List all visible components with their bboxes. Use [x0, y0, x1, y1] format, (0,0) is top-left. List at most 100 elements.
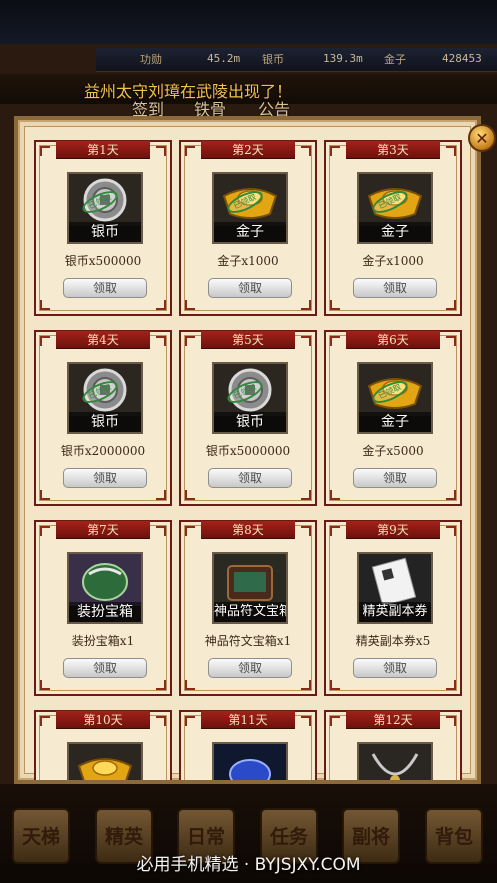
card-corner-ornament	[185, 526, 195, 536]
reward-item-name: 金子	[214, 222, 286, 242]
day-card: 第2天已领取 金子金子x1000 领取	[179, 140, 317, 316]
card-corner-ornament	[40, 146, 50, 156]
card-corner-ornament	[446, 680, 456, 690]
claim-button[interactable]: 领取	[353, 278, 437, 298]
day-card: 第4天已领取 银币银币x2000000 领取	[34, 330, 172, 506]
card-corner-ornament	[330, 716, 340, 726]
card-corner-ornament	[446, 526, 456, 536]
day-label: 第3天	[346, 141, 440, 159]
card-corner-ornament	[330, 300, 340, 310]
reward-item-name: 银币	[69, 412, 141, 432]
reward-item-slot[interactable]: 装扮宝箱	[67, 552, 143, 624]
day-label: 第6天	[346, 331, 440, 349]
card-corner-ornament	[446, 146, 456, 156]
card-corner-ornament	[330, 526, 340, 536]
blue-gem-icon	[214, 744, 286, 780]
day-card: 第9天精英副本券精英副本券x5 领取	[324, 520, 462, 696]
day-card: 第6天 已领取 金子 金子x5000 领取	[324, 330, 462, 506]
card-corner-ornament	[185, 680, 195, 690]
day-card: 第8天 神品符文宝箱 神品符文宝箱x1 领取	[179, 520, 317, 696]
card-corner-ornament	[301, 716, 311, 726]
reward-item-slot[interactable]: 已领取 银币	[67, 172, 143, 244]
card-corner-ornament	[301, 680, 311, 690]
costume-chest-icon	[69, 554, 141, 606]
card-corner-ornament	[301, 146, 311, 156]
rune-chest-icon	[214, 554, 286, 606]
reward-quantity: 金子x1000	[362, 254, 424, 268]
claim-button[interactable]: 领取	[208, 468, 292, 488]
card-corner-ornament	[156, 716, 166, 726]
reward-item-name: 银币	[69, 222, 141, 242]
day-card: 第3天已领取 金子金子x1000 领取	[324, 140, 462, 316]
silver-necklace-icon	[359, 744, 431, 780]
day-card: 第10天	[34, 710, 172, 780]
claim-button[interactable]: 领取	[208, 658, 292, 678]
day-label: 第10天	[56, 711, 150, 729]
claim-button[interactable]: 领取	[208, 278, 292, 298]
reward-item-slot[interactable]: 已领取 金子	[212, 172, 288, 244]
claim-button[interactable]: 领取	[63, 468, 147, 488]
reward-quantity: 银币x2000000	[60, 444, 146, 458]
claim-button[interactable]: 领取	[353, 658, 437, 678]
day-card: 第1天已领取 银币银币x500000 领取	[34, 140, 172, 316]
reward-item-name: 银币	[214, 412, 286, 432]
day-card: 第5天已领取 银币银币x5000000 领取	[179, 330, 317, 506]
day-label: 第12天	[346, 711, 440, 729]
card-corner-ornament	[156, 146, 166, 156]
card-corner-ornament	[330, 680, 340, 690]
card-corner-ornament	[446, 336, 456, 346]
reward-quantity: 银币x500000	[64, 254, 142, 268]
card-corner-ornament	[156, 300, 166, 310]
reward-item-slot[interactable]: 已领取 金子	[357, 362, 433, 434]
day-label: 第1天	[56, 141, 150, 159]
card-corner-ornament	[330, 146, 340, 156]
reward-item-slot[interactable]: 精英副本券	[357, 552, 433, 624]
reward-quantity: 金子x1000	[217, 254, 279, 268]
card-corner-ornament	[301, 336, 311, 346]
claim-button[interactable]: 领取	[353, 468, 437, 488]
reward-item-slot[interactable]	[357, 742, 433, 780]
card-corner-ornament	[301, 526, 311, 536]
reward-item-name: 精英副本券	[359, 602, 431, 622]
claim-button[interactable]: 领取	[63, 658, 147, 678]
card-corner-ornament	[185, 146, 195, 156]
reward-quantity: 神品符文宝箱x1	[204, 634, 292, 648]
card-corner-ornament	[446, 490, 456, 500]
gold-ingot-icon	[69, 744, 141, 780]
day-card-grid: 第1天 已领取 银币 银币x500000 领取 第2天 已领取 金子 金子x1000 领取 第3天已…	[0, 0, 497, 780]
reward-item-name: 装扮宝箱	[69, 602, 141, 622]
card-corner-ornament	[40, 336, 50, 346]
day-label: 第11天	[201, 711, 295, 729]
card-corner-ornament	[185, 300, 195, 310]
card-corner-ornament	[156, 680, 166, 690]
card-corner-ornament	[301, 490, 311, 500]
card-corner-ornament	[185, 716, 195, 726]
reward-item-name: 金子	[359, 222, 431, 242]
card-corner-ornament	[156, 490, 166, 500]
reward-quantity: 精英副本券x5	[355, 634, 431, 648]
reward-quantity: 银币x5000000	[205, 444, 291, 458]
watermark-text: 必用手机精选 · BYJSJXY.COM	[136, 855, 361, 875]
day-label: 第7天	[56, 521, 150, 539]
reward-item-slot[interactable]: 已领取 银币	[67, 362, 143, 434]
day-card: 第7天装扮宝箱装扮宝箱x1 领取	[34, 520, 172, 696]
day-label: 第9天	[346, 521, 440, 539]
day-label: 第5天	[201, 331, 295, 349]
day-label: 第4天	[56, 331, 150, 349]
reward-quantity: 装扮宝箱x1	[71, 634, 135, 648]
reward-item-slot[interactable]	[67, 742, 143, 780]
reward-item-slot[interactable]: 神品符文宝箱	[212, 552, 288, 624]
card-corner-ornament	[330, 336, 340, 346]
card-corner-ornament	[446, 300, 456, 310]
reward-item-name: 金子	[359, 412, 431, 432]
reward-item-slot[interactable]	[212, 742, 288, 780]
reward-item-slot[interactable]: 已领取 金子	[357, 172, 433, 244]
day-label: 第2天	[201, 141, 295, 159]
day-card: 第11天	[179, 710, 317, 780]
day-card: 第12天	[324, 710, 462, 780]
card-corner-ornament	[156, 336, 166, 346]
reward-item-name: 神品符文宝箱	[214, 602, 286, 622]
claim-button[interactable]: 领取	[63, 278, 147, 298]
reward-item-slot[interactable]: 已领取 银币	[212, 362, 288, 434]
card-corner-ornament	[156, 526, 166, 536]
